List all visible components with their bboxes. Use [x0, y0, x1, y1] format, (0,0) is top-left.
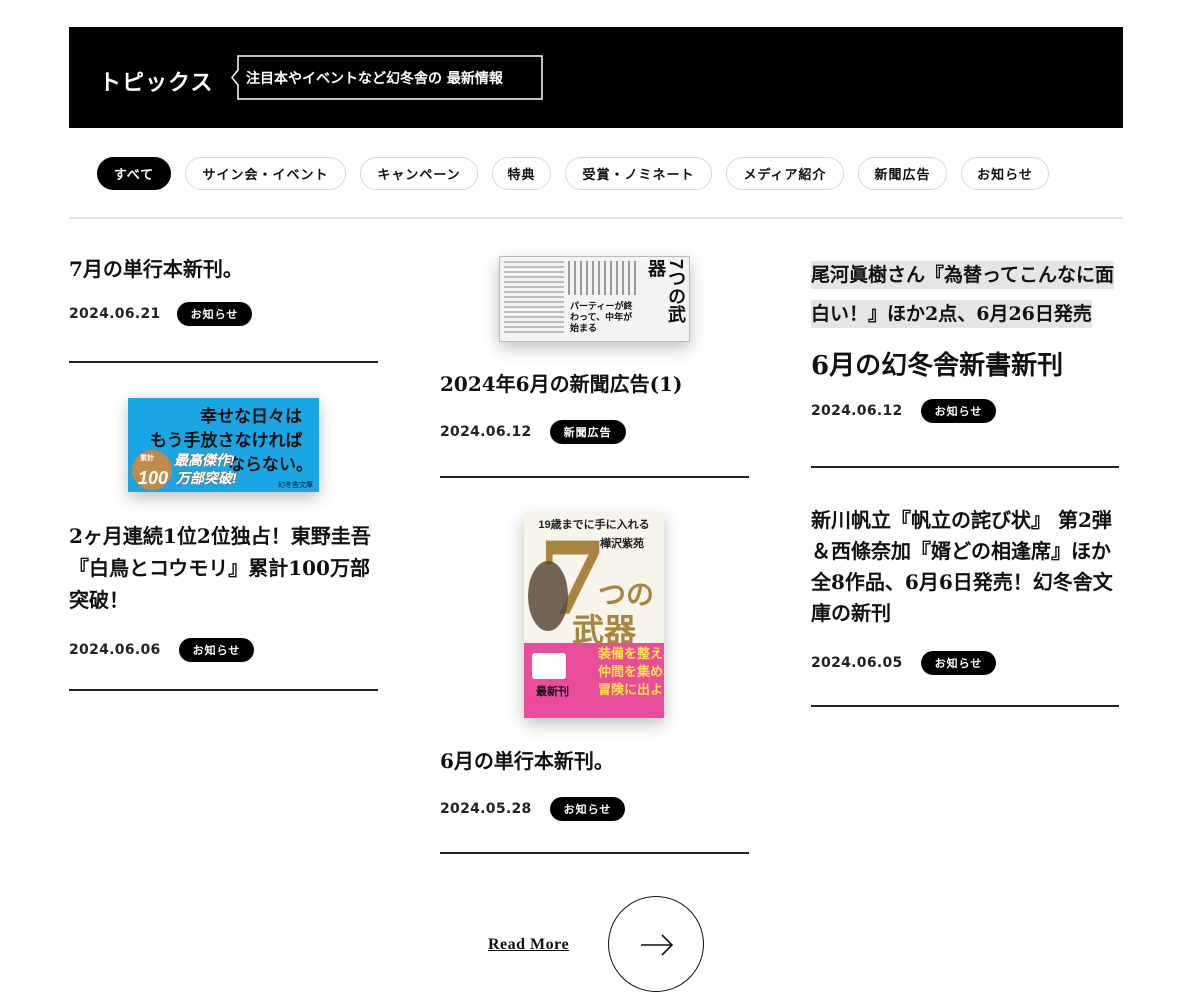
book-author: 樺沢紫苑 [600, 538, 644, 550]
category-badge[interactable]: お知らせ [549, 797, 626, 822]
filter-newspaper-ad[interactable]: 新聞広告 [858, 157, 947, 190]
book-pink-line-3: 冒険に出よう! [598, 682, 664, 697]
card-separator [69, 689, 378, 691]
header-tagline-box: 注目本やイベントなど幻冬舎の 最新情報 [231, 55, 543, 100]
filter-campaign[interactable]: キャンペーン [360, 157, 478, 190]
article-title-highlight[interactable]: 尾河眞樹さん『為替ってこんなに面白い！』ほか2点、6月26日発売 [811, 261, 1115, 328]
article-card[interactable]: 6月の単行本新刊。 2024.05.28 お知らせ [440, 747, 749, 822]
article-meta: 2024.06.06 お知らせ [69, 638, 378, 662]
article-date: 2024.06.05 [811, 655, 903, 671]
article-card[interactable]: 新川帆立『帆立の詫び状』 第2弾＆西條奈加『婿どの相逢席』ほか全8作品、6月6日… [811, 505, 1119, 675]
read-more-link[interactable]: Read More [488, 936, 569, 954]
ad-line-3: ならない。 [228, 455, 313, 475]
book-pink-line-2: 仲間を集め、 [598, 664, 664, 679]
filter-media[interactable]: メディア紹介 [726, 157, 844, 190]
article-card[interactable]: 7月の単行本新刊。 2024.06.21 お知らせ [69, 255, 378, 327]
article-date: 2024.06.06 [69, 642, 161, 658]
filter-bonus[interactable]: 特典 [492, 157, 551, 190]
book-cover-thumbnail[interactable]: 19歳までに手に入れる 7 樺沢紫苑 つの 武器 最新刊 装備を整え、 仲間を集… [524, 513, 664, 718]
article-title[interactable]: 7月の単行本新刊。 [69, 255, 378, 283]
ad-badge-number: 100 [138, 468, 169, 488]
header-tagline: 注目本やイベントなど幻冬舎の 最新情報 [246, 71, 503, 87]
category-badge[interactable]: お知らせ [920, 651, 997, 675]
ad-headline: 7つの武器 [646, 259, 686, 324]
article-title[interactable]: 新川帆立『帆立の詫び状』 第2弾＆西條奈加『婿どの相逢席』ほか全8作品、6月6日… [811, 505, 1119, 629]
ad-badge-top: 最高傑作! [174, 452, 235, 468]
card-separator [69, 361, 378, 363]
article-meta: 2024.05.28 お知らせ [440, 797, 749, 822]
article-title[interactable]: 尾河眞樹さん『為替ってこんなに面白い！』ほか2点、6月26日発売 [811, 256, 1121, 334]
category-badge[interactable]: お知らせ [176, 302, 253, 327]
book-pink-band: 最新刊 装備を整え、 仲間を集め、 冒険に出よう! [524, 643, 664, 718]
topics-header: トピックス 注目本やイベントなど幻冬舎の 最新情報 [69, 27, 1123, 128]
article-subtitle[interactable]: 6月の幻冬舎新書新刊 [811, 348, 1121, 385]
article-card[interactable]: 2024年6月の新聞広告(1) 2024.06.12 新聞広告 [440, 370, 749, 445]
article-card[interactable]: 尾河眞樹さん『為替ってこんなに面白い！』ほか2点、6月26日発売 6月の幻冬舎新… [811, 256, 1121, 423]
book-pink-line-1: 装備を整え、 [598, 646, 664, 661]
article-date: 2024.06.12 [811, 402, 903, 419]
article-meta: 2024.06.21 お知らせ [69, 302, 378, 327]
ad-line-1: 幸せな日々は [200, 407, 302, 427]
filter-award[interactable]: 受賞・ノミネート [565, 157, 712, 190]
article-meta: 2024.06.05 お知らせ [811, 651, 1119, 675]
page-title: トピックス [99, 71, 214, 96]
arrow-right-icon [641, 934, 674, 956]
article-date: 2024.06.12 [440, 424, 532, 441]
category-badge[interactable]: お知らせ [178, 638, 255, 662]
category-badge[interactable]: 新聞広告 [549, 420, 626, 445]
article-thumbnail[interactable]: 幸せな日々は もう手放さなければ ならない。 最高傑作! 100 万部突破! 累… [128, 398, 319, 492]
article-meta: 2024.06.12 お知らせ [811, 398, 1121, 423]
card-separator [440, 852, 749, 854]
article-title[interactable]: 6月の単行本新刊。 [440, 747, 749, 775]
article-date: 2024.06.21 [69, 306, 161, 323]
ad-line-2: もう手放さなければ [150, 431, 303, 451]
book-game-icon [532, 653, 566, 679]
filter-divider [69, 217, 1123, 219]
ad-text-block-mid [568, 261, 638, 295]
filter-notice[interactable]: お知らせ [961, 157, 1049, 190]
filter-sign-event[interactable]: サイン会・イベント [185, 157, 346, 190]
article-date: 2024.05.28 [440, 801, 532, 818]
article-card[interactable]: 2ヶ月連続1位2位独占！東野圭吾『白鳥とコウモリ』累計100万部突破！ 2024… [69, 520, 378, 662]
ad-subhead: パーティーが終わって、中年が始まる [570, 301, 633, 333]
article-title[interactable]: 2ヶ月連続1位2位独占！東野圭吾『白鳥とコウモリ』累計100万部突破！ [69, 520, 378, 616]
book-shield-art [528, 561, 568, 631]
filter-all[interactable]: すべて [97, 157, 171, 190]
ad-publisher: 幻冬舎文庫 [278, 482, 313, 489]
ad-badge-unit: 万部突破! [176, 470, 237, 486]
category-badge[interactable]: お知らせ [920, 398, 997, 423]
article-title[interactable]: 2024年6月の新聞広告(1) [440, 370, 749, 398]
ad-text-block-left [504, 261, 564, 335]
card-separator [811, 705, 1119, 707]
card-separator [440, 476, 749, 478]
article-meta: 2024.06.12 新聞広告 [440, 420, 749, 445]
article-thumbnail[interactable]: パーティーが終わって、中年が始まる 7つの武器 [499, 256, 690, 342]
ad-badge-small: 累計 [140, 455, 154, 462]
read-more-button[interactable] [608, 896, 704, 992]
book-side-label: 最新刊 [536, 686, 569, 698]
card-separator [811, 466, 1119, 468]
